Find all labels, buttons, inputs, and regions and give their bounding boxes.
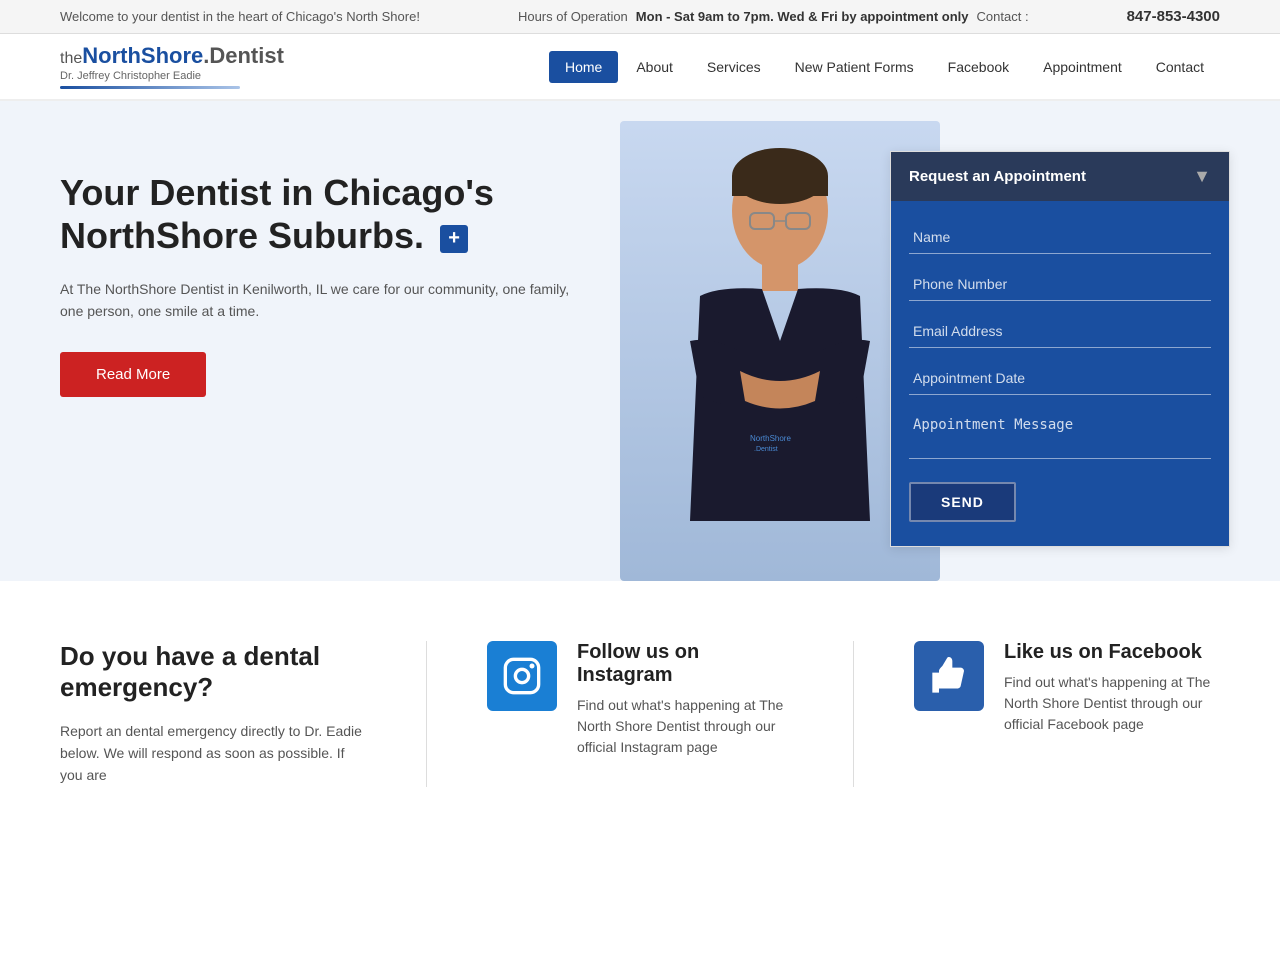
logo-dotdentist: .Dentist [203, 43, 284, 68]
name-field-container [909, 221, 1211, 254]
emergency-col: Do you have a dental emergency? Report a… [60, 641, 366, 787]
top-bar: Welcome to your dentist in the heart of … [0, 0, 1280, 34]
instagram-col: Follow us on Instagram Find out what's h… [487, 641, 793, 758]
doctor-silhouette: NorthShore .Dentist [640, 141, 920, 561]
name-input[interactable] [909, 221, 1211, 254]
phone-field-container [909, 268, 1211, 301]
bottom-section: Do you have a dental emergency? Report a… [0, 581, 1280, 847]
logo-subtitle: Dr. Jeffrey Christopher Eadie [60, 70, 284, 82]
svg-text:NorthShore: NorthShore [750, 434, 791, 443]
instagram-title: Follow us on Instagram [577, 641, 793, 687]
welcome-text: Welcome to your dentist in the heart of … [60, 9, 420, 24]
logo-text: theNorthShore.Dentist [60, 44, 284, 68]
svg-text:.Dentist: .Dentist [754, 446, 778, 453]
facebook-desc: Find out what's happening at The North S… [1004, 672, 1220, 735]
facebook-title: Like us on Facebook [1004, 641, 1220, 664]
nav-facebook[interactable]: Facebook [932, 51, 1025, 83]
appointment-body: SEND [891, 201, 1229, 546]
hours-section: Hours of Operation Mon - Sat 9am to 7pm.… [518, 9, 1029, 24]
email-input[interactable] [909, 315, 1211, 348]
nav-new-patient-forms[interactable]: New Patient Forms [779, 51, 930, 83]
logo-northshore: NorthShore [82, 43, 203, 68]
emergency-text: Report an dental emergency directly to D… [60, 720, 366, 787]
date-field-container [909, 362, 1211, 395]
logo-area: theNorthShore.Dentist Dr. Jeffrey Christ… [60, 44, 284, 89]
hero-section: Your Dentist in Chicago's NorthShore Sub… [0, 101, 1280, 581]
instagram-desc: Find out what's happening at The North S… [577, 695, 793, 758]
phone-number: 847-853-4300 [1127, 8, 1220, 25]
instagram-block: Follow us on Instagram Find out what's h… [487, 641, 793, 758]
contact-info: 847-853-4300 [1127, 8, 1220, 25]
hero-subtitle: At The NorthShore Dentist in Kenilworth,… [60, 278, 580, 323]
logo-the: the [60, 50, 82, 67]
message-field-container [909, 409, 1211, 462]
hero-title: Your Dentist in Chicago's NorthShore Sub… [60, 171, 580, 257]
chevron-down-icon: ▼ [1193, 166, 1211, 187]
emergency-title: Do you have a dental emergency? [60, 641, 366, 703]
facebook-text: Like us on Facebook Find out what's happ… [1004, 641, 1220, 735]
nav-services[interactable]: Services [691, 51, 777, 83]
hours-value: Mon - Sat 9am to 7pm. Wed & Fri by appoi… [636, 9, 969, 24]
logo: theNorthShore.Dentist Dr. Jeffrey Christ… [60, 44, 284, 89]
send-button[interactable]: SEND [909, 482, 1016, 522]
appointment-title: Request an Appointment [909, 168, 1086, 185]
facebook-col: Like us on Facebook Find out what's happ… [914, 641, 1220, 735]
logo-line [60, 86, 240, 89]
instagram-icon-box [487, 641, 557, 711]
thumbsup-icon [929, 656, 969, 696]
phone-input[interactable] [909, 268, 1211, 301]
instagram-icon [502, 656, 542, 696]
facebook-block: Like us on Facebook Find out what's happ… [914, 641, 1220, 735]
message-input[interactable] [909, 409, 1211, 459]
hero-content: Your Dentist in Chicago's NorthShore Sub… [60, 151, 580, 397]
header: theNorthShore.Dentist Dr. Jeffrey Christ… [0, 34, 1280, 101]
read-more-button[interactable]: Read More [60, 352, 206, 397]
divider-1 [426, 641, 427, 787]
email-field-container [909, 315, 1211, 348]
cross-icon: + [440, 225, 468, 253]
main-nav: Home About Services New Patient Forms Fa… [549, 51, 1220, 83]
nav-contact[interactable]: Contact [1140, 51, 1220, 83]
date-input[interactable] [909, 362, 1211, 395]
nav-home[interactable]: Home [549, 51, 618, 83]
nav-appointment[interactable]: Appointment [1027, 51, 1138, 83]
contact-label: Contact : [977, 9, 1029, 24]
appointment-panel: Request an Appointment ▼ SEND [890, 151, 1230, 547]
divider-2 [853, 641, 854, 787]
hours-label: Hours of Operation [518, 9, 628, 24]
facebook-icon-box [914, 641, 984, 711]
instagram-text: Follow us on Instagram Find out what's h… [577, 641, 793, 758]
appointment-header: Request an Appointment ▼ [891, 152, 1229, 201]
nav-about[interactable]: About [620, 51, 689, 83]
